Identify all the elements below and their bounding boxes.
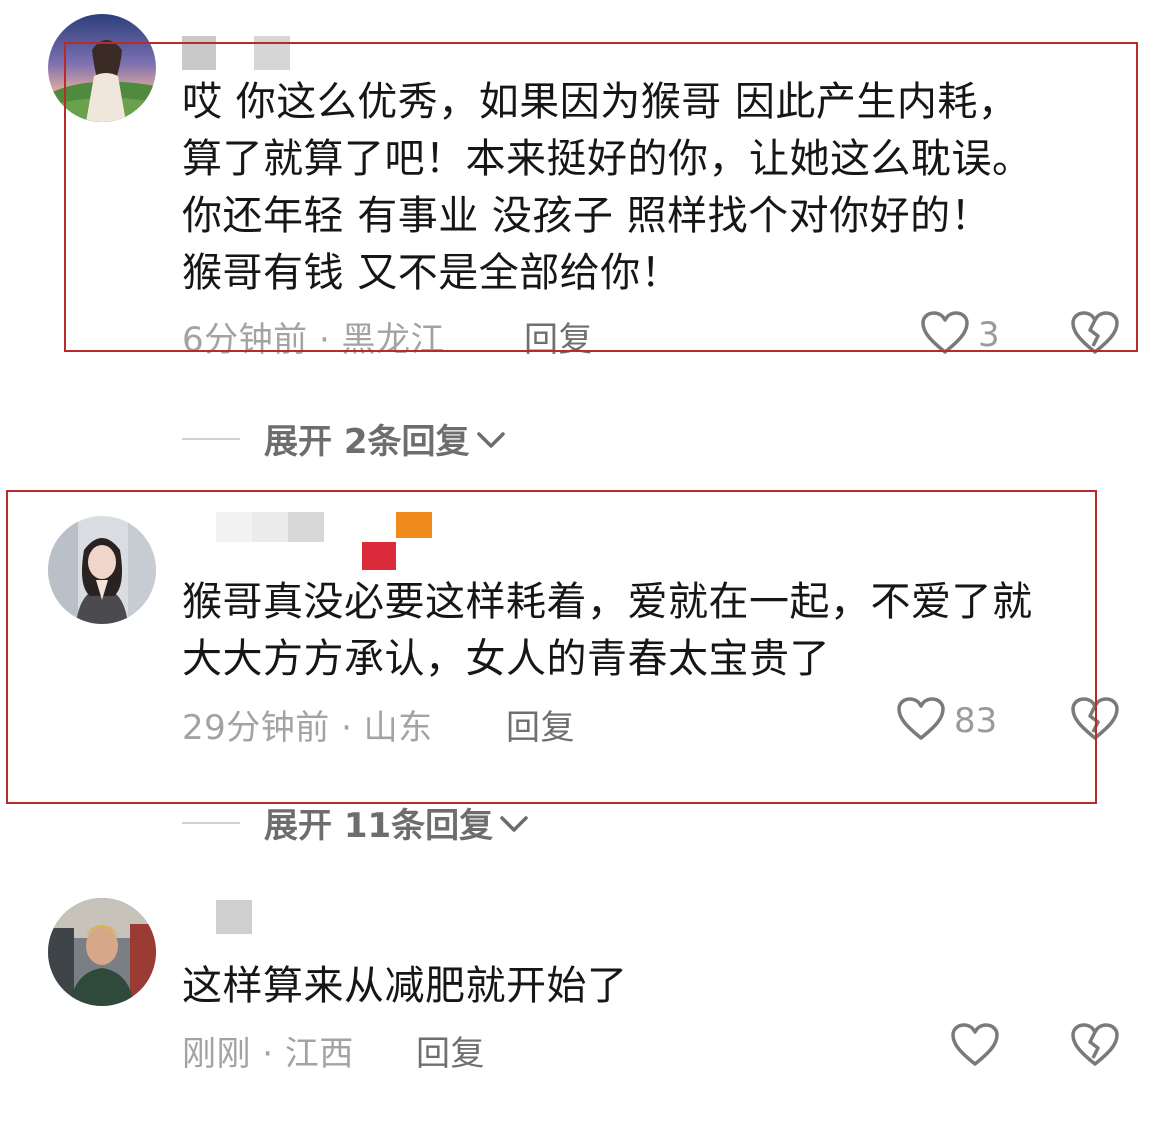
like-button[interactable]: 3 bbox=[920, 310, 1000, 360]
comment-text: 猴哥真没必要这样耗着，爱就在一起，不爱了就 大大方方承认，女人的青春太宝贵了 bbox=[182, 579, 1033, 682]
username-mosaic bbox=[182, 900, 262, 936]
chevron-down-icon bbox=[476, 419, 506, 459]
like-count: 3 bbox=[978, 315, 1000, 355]
expand-replies-label: 展开 11条回复 bbox=[264, 806, 494, 846]
comment-meta: 29分钟前 · 山东 回复 bbox=[182, 700, 575, 749]
heart-outline-icon bbox=[920, 310, 970, 360]
like-button[interactable]: 83 bbox=[896, 696, 997, 746]
like-count: 83 bbox=[954, 701, 998, 741]
avatar[interactable] bbox=[48, 14, 156, 122]
comment-item: 这样算来从减肥就开始了 刚刚 · 江西 回复 bbox=[0, 880, 1170, 1122]
expand-replies-button[interactable]: 展开 2条回复 bbox=[182, 414, 506, 463]
timestamp-location: 刚刚 · 江西 bbox=[182, 1034, 354, 1074]
avatar[interactable] bbox=[48, 516, 156, 624]
broken-heart-icon[interactable] bbox=[1070, 696, 1120, 746]
comment-item: 猴哥真没必要这样耗着，爱就在一起，不爱了就 大大方方承认，女人的青春太宝贵了 2… bbox=[0, 490, 1170, 870]
reply-button[interactable]: 回复 bbox=[416, 1026, 485, 1075]
expand-replies-button[interactable]: 展开 11条回复 bbox=[182, 798, 529, 847]
username-mosaic bbox=[182, 36, 292, 72]
chevron-down-icon bbox=[499, 803, 529, 843]
reply-button[interactable]: 回复 bbox=[506, 700, 575, 749]
divider-line bbox=[182, 821, 240, 824]
comment-meta: 6分钟前 · 黑龙江 回复 bbox=[182, 312, 593, 361]
avatar[interactable] bbox=[48, 898, 156, 1006]
username-mosaic bbox=[182, 512, 442, 570]
comment-item: 哎 你这么优秀，如果因为猴哥 因此产生内耗， 算了就算了吧！本来挺好的你，让她这… bbox=[0, 0, 1170, 470]
comment-text: 哎 你这么优秀，如果因为猴哥 因此产生内耗， 算了就算了吧！本来挺好的你，让她这… bbox=[182, 79, 1033, 296]
comment-text: 这样算来从减肥就开始了 bbox=[182, 963, 628, 1009]
like-button[interactable] bbox=[950, 1022, 1000, 1072]
heart-outline-icon bbox=[950, 1022, 1000, 1072]
divider-line bbox=[182, 437, 240, 440]
reply-button[interactable]: 回复 bbox=[524, 312, 593, 361]
broken-heart-icon[interactable] bbox=[1070, 310, 1120, 360]
heart-outline-icon bbox=[896, 696, 946, 746]
broken-heart-icon[interactable] bbox=[1070, 1022, 1120, 1072]
timestamp-location: 6分钟前 · 黑龙江 bbox=[182, 320, 446, 360]
comment-meta: 刚刚 · 江西 回复 bbox=[182, 1026, 485, 1075]
expand-replies-label: 展开 2条回复 bbox=[264, 422, 470, 462]
timestamp-location: 29分钟前 · 山东 bbox=[182, 708, 433, 748]
